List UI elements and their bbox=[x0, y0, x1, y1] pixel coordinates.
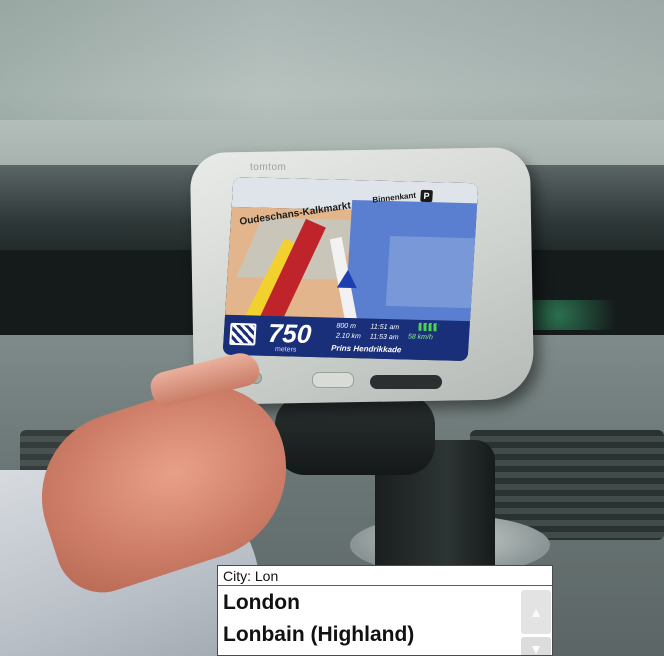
remaining-distance: 800 m bbox=[336, 322, 357, 331]
distance-to-turn: 750 bbox=[267, 317, 313, 349]
city-search-header[interactable]: City: Lon bbox=[218, 566, 552, 586]
scrollbar[interactable]: ▲ ▼ bbox=[518, 587, 552, 655]
scroll-up-button[interactable]: ▲ bbox=[521, 590, 551, 634]
mount-arm bbox=[275, 395, 435, 475]
navigation-status-bar[interactable]: 750 meters 800 m 2.10 km 11:51 am 11:53 … bbox=[222, 314, 470, 362]
arrival-time: 11:53 am bbox=[369, 333, 399, 342]
list-item[interactable]: London bbox=[218, 587, 518, 619]
current-speed: 58 km/h bbox=[407, 333, 434, 342]
total-distance: 2.10 km bbox=[335, 332, 361, 341]
time-column: 11:51 am 11:53 am bbox=[370, 323, 400, 344]
scroll-down-button[interactable]: ▼ bbox=[521, 637, 551, 655]
position-arrow-icon bbox=[336, 269, 358, 289]
list-item[interactable]: Lonbain (Highland) bbox=[218, 619, 518, 651]
gps-brand-logo: tomtom bbox=[250, 162, 287, 173]
dashboard-display bbox=[525, 300, 640, 330]
gps-signal-icon bbox=[418, 322, 439, 332]
destination-flag-icon bbox=[229, 322, 257, 346]
gps-screen[interactable]: Oudeschans-Kalkmarkt Binnenkant P 750 me… bbox=[222, 176, 479, 362]
distance-unit: meters bbox=[274, 346, 297, 354]
map-water-inlet bbox=[385, 236, 479, 309]
card-slot bbox=[370, 375, 442, 389]
city-results-list: London Lonbain (Highland) bbox=[218, 587, 518, 651]
menu-button[interactable] bbox=[312, 372, 354, 388]
photo-scene: tomtom Oudeschans-Kalkmarkt Binnenkant P… bbox=[0, 0, 664, 656]
current-street: Prins Hendrikkade bbox=[330, 343, 402, 355]
background-blur bbox=[0, 0, 664, 120]
distance-column: 800 m 2.10 km bbox=[336, 322, 362, 343]
city-search-panel: City: Lon London Lonbain (Highland) ▲ ▼ bbox=[217, 565, 553, 656]
parking-icon: P bbox=[420, 189, 433, 203]
